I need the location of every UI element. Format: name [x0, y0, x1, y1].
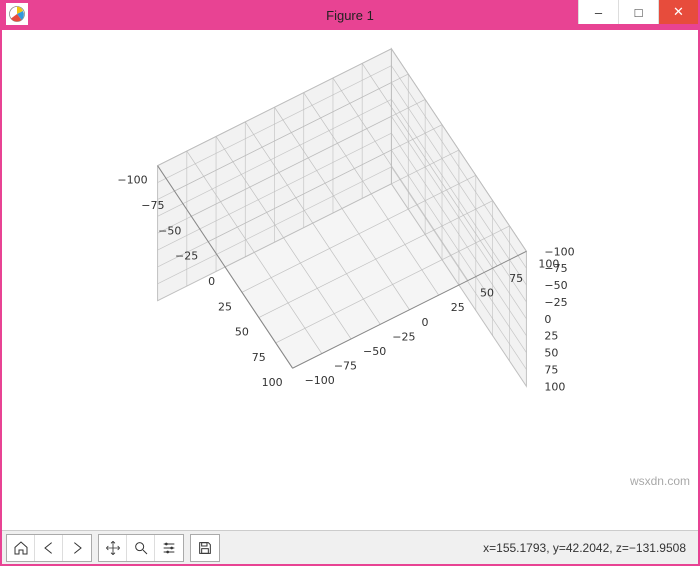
- back-button[interactable]: [35, 535, 63, 561]
- plot-canvas[interactable]: −100−75−50−250255075100−100−75−50−250255…: [2, 30, 698, 530]
- svg-text:−100: −100: [305, 374, 335, 387]
- axes-3d: −100−75−50−250255075100−100−75−50−250255…: [2, 30, 698, 530]
- arrow-left-icon: [41, 540, 57, 556]
- pan-button[interactable]: [99, 535, 127, 561]
- svg-text:75: 75: [544, 363, 558, 376]
- home-icon: [13, 540, 29, 556]
- save-button[interactable]: [191, 535, 219, 561]
- svg-text:25: 25: [218, 300, 232, 313]
- save-icon: [197, 540, 213, 556]
- svg-text:100: 100: [262, 376, 283, 389]
- minimize-button[interactable]: –: [578, 0, 618, 24]
- svg-text:−50: −50: [158, 224, 181, 237]
- svg-text:50: 50: [480, 287, 494, 300]
- zoom-button[interactable]: [127, 535, 155, 561]
- svg-text:−50: −50: [363, 345, 386, 358]
- arrow-right-icon: [69, 540, 85, 556]
- svg-text:−25: −25: [544, 296, 567, 309]
- svg-text:−25: −25: [392, 330, 415, 343]
- svg-text:−75: −75: [141, 199, 164, 212]
- titlebar[interactable]: Figure 1 – □ ✕: [2, 0, 698, 30]
- move-icon: [105, 540, 121, 556]
- close-button[interactable]: ✕: [658, 0, 698, 24]
- svg-text:25: 25: [451, 301, 465, 314]
- svg-text:75: 75: [252, 351, 266, 364]
- svg-text:−100: −100: [544, 245, 574, 258]
- svg-text:−25: −25: [175, 250, 198, 263]
- toolbar-group-view: [98, 534, 184, 562]
- svg-text:0: 0: [422, 316, 429, 329]
- svg-text:−75: −75: [544, 262, 567, 275]
- window-title: Figure 1: [326, 8, 374, 23]
- svg-text:25: 25: [544, 330, 558, 343]
- svg-text:0: 0: [208, 275, 215, 288]
- svg-text:100: 100: [544, 380, 565, 393]
- toolbar: x=155.1793, y=42.2042, z=−131.9508: [2, 530, 698, 564]
- zoom-icon: [133, 540, 149, 556]
- toolbar-group-save: [190, 534, 220, 562]
- svg-text:50: 50: [235, 326, 249, 339]
- home-button[interactable]: [7, 535, 35, 561]
- svg-text:0: 0: [544, 313, 551, 326]
- svg-text:−75: −75: [334, 360, 357, 373]
- matplotlib-icon: [8, 5, 26, 23]
- app-icon: [6, 3, 28, 25]
- forward-button[interactable]: [63, 535, 91, 561]
- maximize-button[interactable]: □: [618, 0, 658, 24]
- subplots-button[interactable]: [155, 535, 183, 561]
- toolbar-group-nav: [6, 534, 92, 562]
- svg-text:−50: −50: [544, 279, 567, 292]
- window-controls: – □ ✕: [578, 0, 698, 24]
- sliders-icon: [161, 540, 177, 556]
- svg-text:75: 75: [509, 272, 523, 285]
- svg-text:50: 50: [544, 347, 558, 360]
- svg-text:−100: −100: [117, 174, 147, 187]
- app-window: Figure 1 – □ ✕ −100−75−50−250255075100−1…: [0, 0, 700, 566]
- status-coordinates: x=155.1793, y=42.2042, z=−131.9508: [483, 541, 694, 555]
